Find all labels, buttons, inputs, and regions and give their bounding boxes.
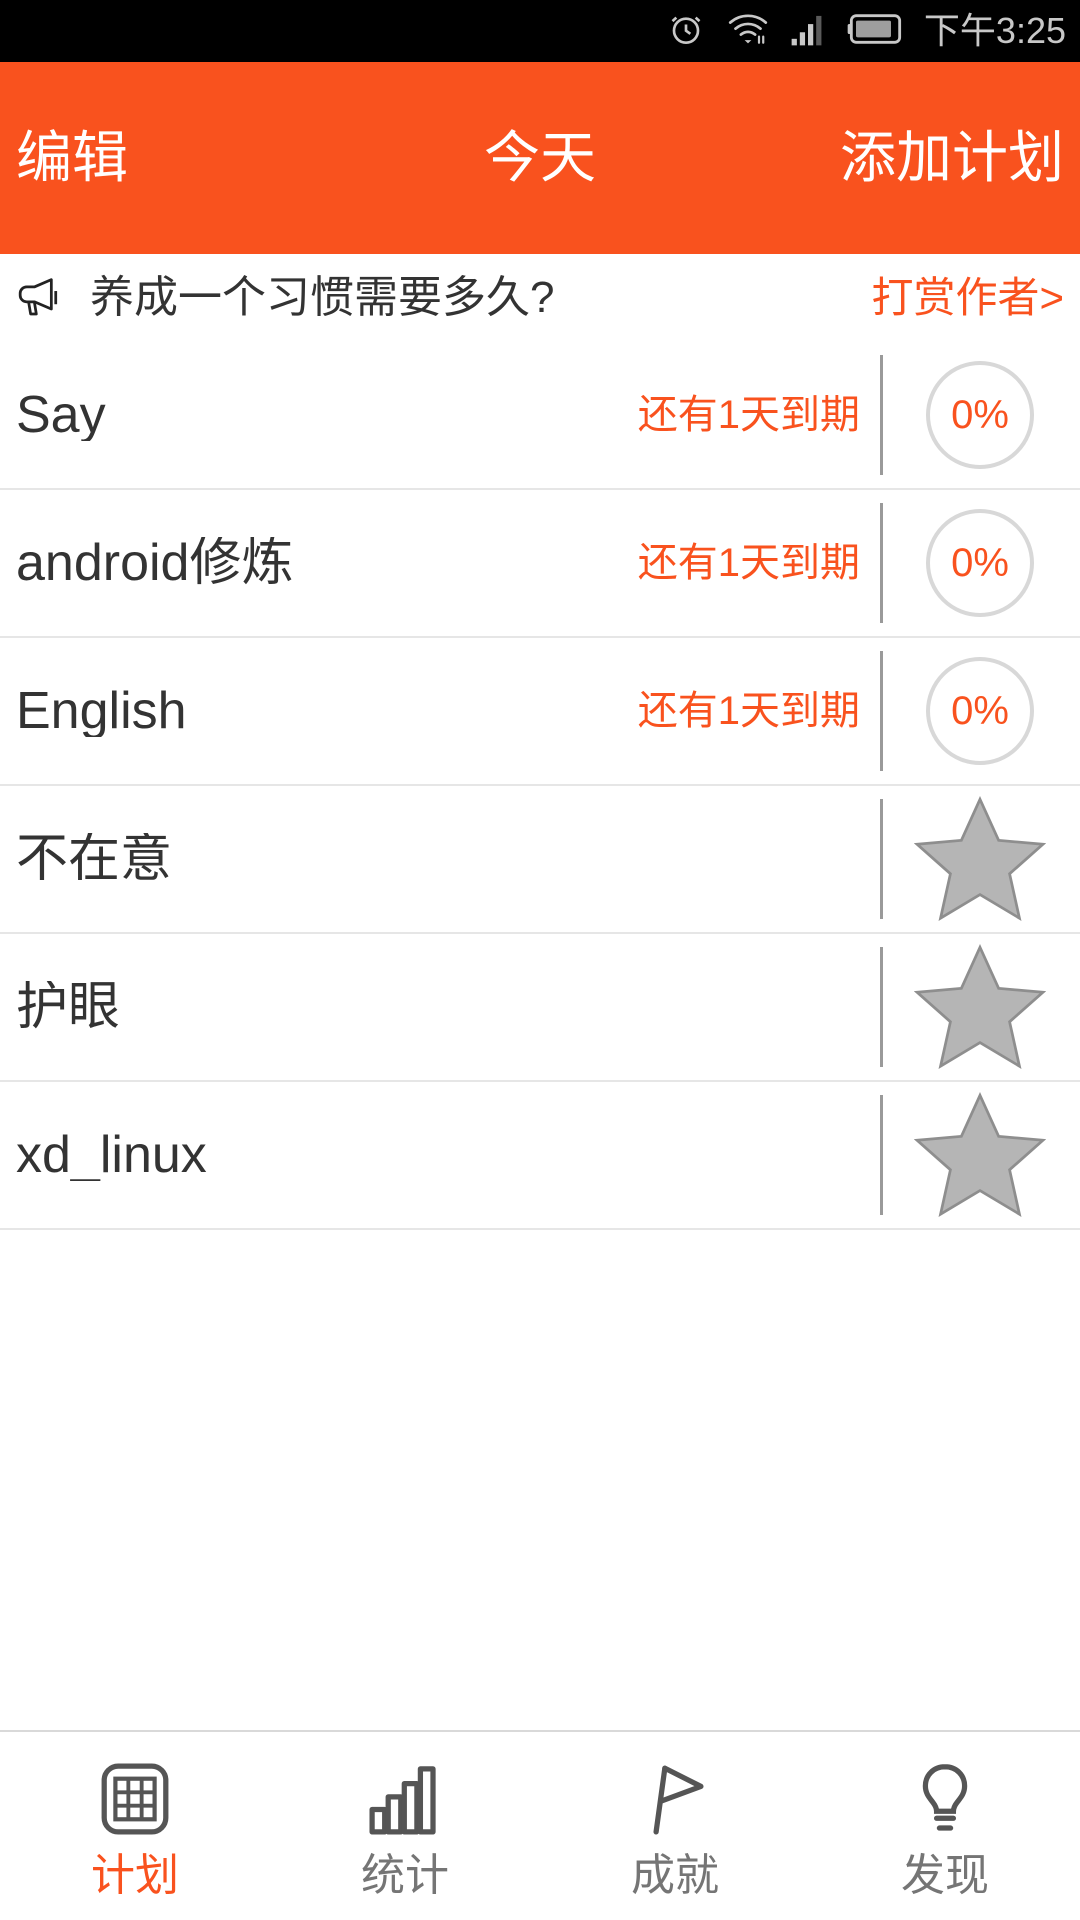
status-bar-clock: 下午3:25 [923,10,1066,51]
plan-due-label: 还有1天到期 [637,541,860,585]
progress-ring[interactable]: 0% [926,361,1034,469]
battery-icon [846,12,906,51]
plan-progress-badge: 0% [880,637,1080,785]
bottom-tab-bar: 计划 统计 成就 发现 [0,1730,1080,1920]
plan-star-badge [880,785,1080,933]
plan-title: android修炼 [16,537,294,589]
star-icon[interactable] [914,796,1046,922]
status-bar-icons [666,9,906,54]
tip-banner[interactable]: 养成一个习惯需要多久? 打赏作者> [0,254,1080,342]
tip-banner-content: 养成一个习惯需要多久? [16,276,554,320]
plan-row[interactable]: Say 还有1天到期 0% [0,342,1080,490]
app-bar: 编辑 今天 添加计划 [0,62,1080,254]
tab-计划[interactable]: 计划 [0,1732,270,1920]
plan-due-label: 还有1天到期 [637,393,860,437]
plan-progress-badge: 0% [880,489,1080,637]
tab-发现[interactable]: 发现 [810,1732,1080,1920]
progress-percent-label: 0% [951,393,1009,437]
star-icon[interactable] [914,1092,1046,1218]
flag-icon [633,1754,717,1844]
plan-row[interactable]: 护眼 [0,934,1080,1082]
tab-label: 发现 [901,1851,989,1900]
empty-space [0,1230,1080,1730]
plan-title: 不在意 [16,833,173,885]
plan-star-badge [880,933,1080,1081]
progress-ring[interactable]: 0% [926,509,1034,617]
progress-percent-label: 0% [951,541,1009,585]
plan-row[interactable]: xd_linux [0,1082,1080,1230]
calendar-icon [93,1754,177,1844]
tab-成就[interactable]: 成就 [540,1732,810,1920]
wifi-icon [726,9,770,54]
add-plan-button[interactable]: 添加计划 [840,130,1064,186]
progress-ring[interactable]: 0% [926,657,1034,765]
plan-row[interactable]: English 还有1天到期 0% [0,638,1080,786]
star-icon[interactable] [914,944,1046,1070]
alarm-icon [666,9,706,54]
plan-row[interactable]: 不在意 [0,786,1080,934]
tab-label: 统计 [361,1851,449,1900]
plan-due-label: 还有1天到期 [637,689,860,733]
tab-label: 成就 [631,1851,719,1900]
plan-list: Say 还有1天到期 0% android修炼 还有1天到期 0% English 还有1天到… [0,342,1080,1230]
plan-title: xd_linux [16,1129,207,1181]
progress-percent-label: 0% [951,689,1009,733]
app-root: 下午3:25 编辑 今天 添加计划 养成一个习惯需要多久? 打赏作者> Say 还… [0,0,1080,1920]
plan-title: Say [16,389,106,441]
lightbulb-icon [903,1754,987,1844]
status-bar: 下午3:25 [0,0,1080,62]
donate-author-link[interactable]: 打赏作者> [871,277,1064,319]
bar-chart-icon [363,1754,447,1844]
plan-title: English [16,685,187,737]
tip-banner-text: 养成一个习惯需要多久? [90,273,555,322]
plan-row[interactable]: android修炼 还有1天到期 0% [0,490,1080,638]
plan-star-badge [880,1081,1080,1229]
megaphone-icon [16,276,72,320]
tab-label: 计划 [91,1851,179,1900]
signal-icon [790,10,826,53]
tab-统计[interactable]: 统计 [270,1732,540,1920]
plan-title: 护眼 [16,981,121,1033]
plan-progress-badge: 0% [880,341,1080,489]
